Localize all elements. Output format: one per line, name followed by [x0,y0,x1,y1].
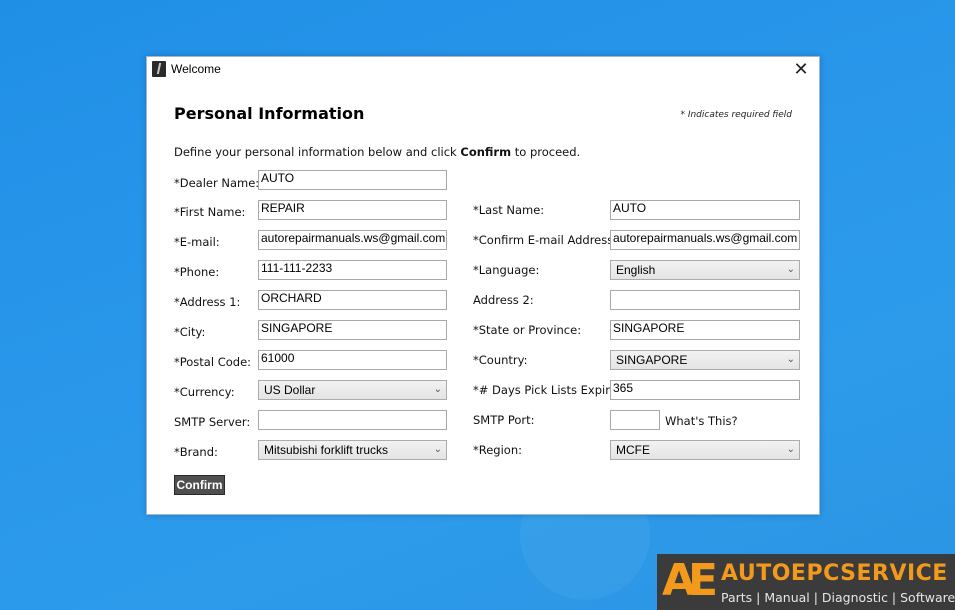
app-icon [152,61,166,77]
brand-label: *Brand: [174,445,218,459]
address1-field[interactable]: ORCHARD [258,290,447,310]
close-button[interactable]: ✕ [789,59,813,81]
brand-value: Mitsubishi forklift trucks [264,443,389,457]
region-label: *Region: [473,443,522,457]
smtp-server-field[interactable] [258,410,447,430]
state-label: *State or Province: [473,323,582,337]
currency-value: US Dollar [264,383,316,397]
address1-value: ORCHARD [261,291,322,305]
chevron-down-icon: ⌄ [433,444,442,455]
dealer-name-value: AUTO [261,171,295,185]
postal-code-label: *Postal Code: [174,355,252,369]
email-value: autorepairmanuals.ws@gmail.com [261,231,446,245]
page-title: Personal Information [174,104,365,123]
currency-label: *Currency: [174,385,235,399]
pick-days-label: *# Days Pick Lists Expire: [473,383,621,397]
watermark-tagline: Parts | Manual | Diagnostic | Software [721,590,955,605]
pick-days-field[interactable]: 365 [610,380,800,400]
smtp-port-label: SMTP Port: [473,413,535,427]
last-name-value: AUTO [613,201,647,215]
country-select[interactable]: SINGAPORE ⌄ [610,350,800,370]
last-name-field[interactable]: AUTO [610,200,800,220]
phone-field[interactable]: 111-111-2233 [258,260,447,280]
phone-value: 111-111-2233 [261,261,333,275]
state-value: SINGAPORE [613,321,685,335]
first-name-field[interactable]: REPAIR [258,200,447,220]
confirm-button[interactable]: Confirm [174,475,225,495]
chevron-down-icon: ⌄ [433,384,442,395]
phone-label: *Phone: [174,265,220,279]
region-select[interactable]: MCFE ⌄ [610,440,800,460]
address2-label: Address 2: [473,293,534,307]
first-name-value: REPAIR [261,201,305,215]
city-field[interactable]: SINGAPORE [258,320,447,340]
language-select[interactable]: English ⌄ [610,260,800,280]
email-label: *E-mail: [174,235,220,249]
city-label: *City: [174,325,206,339]
address1-label: *Address 1: [174,295,241,309]
window-title: Welcome [171,62,221,76]
welcome-dialog: Welcome ✕ Personal Information * Indicat… [146,56,820,515]
postal-code-field[interactable]: 61000 [258,350,447,370]
intro-text: Define your personal information below a… [174,145,580,159]
title-bar: Welcome ✕ [147,57,819,83]
chevron-down-icon: ⌄ [786,264,795,275]
country-label: *Country: [473,353,528,367]
country-value: SINGAPORE [616,353,688,367]
dealer-name-label: *Dealer Name: [174,176,260,190]
currency-select[interactable]: US Dollar ⌄ [258,380,447,400]
intro-text-bold: Confirm [460,145,512,159]
dealer-name-field[interactable]: AUTO [258,170,447,190]
smtp-port-field[interactable] [610,410,660,430]
chevron-down-icon: ⌄ [786,354,795,365]
language-value: English [616,263,656,277]
confirm-email-label: *Confirm E-mail Address: [473,233,618,247]
city-value: SINGAPORE [261,321,333,335]
watermark-banner: AE AUTOEPCSERVICE Parts | Manual | Diagn… [657,554,955,610]
address2-field[interactable] [610,290,800,310]
last-name-label: *Last Name: [473,203,545,217]
confirm-email-value: autorepairmanuals.ws@gmail.com [613,231,798,245]
whats-this-link[interactable]: What's This? [665,414,738,428]
region-value: MCFE [616,443,650,457]
chevron-down-icon: ⌄ [786,444,795,455]
required-field-note: * Indicates required field [680,110,792,120]
email-field[interactable]: autorepairmanuals.ws@gmail.com [258,230,447,250]
pick-days-value: 365 [613,381,634,395]
postal-code-value: 61000 [261,351,295,365]
brand-select[interactable]: Mitsubishi forklift trucks ⌄ [258,440,447,460]
smtp-server-label: SMTP Server: [174,415,251,429]
intro-text-start: Define your personal information below a… [174,145,461,159]
state-field[interactable]: SINGAPORE [610,320,800,340]
watermark-logo: AE [662,555,718,606]
intro-text-end: to proceed. [511,145,581,159]
language-label: *Language: [473,263,540,277]
watermark-brand: AUTOEPCSERVICE [721,561,948,586]
confirm-email-field[interactable]: autorepairmanuals.ws@gmail.com [610,230,800,250]
first-name-label: *First Name: [174,205,246,219]
